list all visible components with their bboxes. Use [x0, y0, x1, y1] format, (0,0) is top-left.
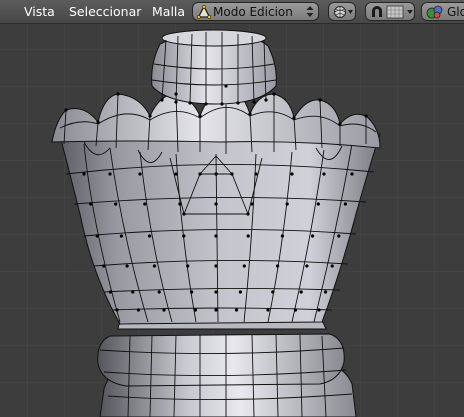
mesh-vertex[interactable] — [157, 290, 161, 294]
mesh-vertex[interactable] — [143, 202, 147, 206]
mesh-vertex[interactable] — [198, 114, 202, 118]
menu-seleccionar[interactable]: Seleccionar — [69, 4, 141, 20]
mesh-body — [59, 123, 381, 325]
mesh-vertex[interactable] — [214, 264, 218, 268]
mesh-vertex[interactable] — [89, 202, 93, 206]
mesh-vertex[interactable] — [186, 264, 190, 268]
viewport-shading-button[interactable] — [328, 2, 356, 21]
mesh-vertex[interactable] — [64, 108, 68, 112]
mesh-vertex[interactable] — [299, 290, 303, 294]
mesh-vertex[interactable] — [178, 202, 182, 206]
mesh-vertex[interactable] — [214, 202, 218, 206]
mesh-vertex[interactable] — [271, 290, 275, 294]
edit-mode-triangle-icon — [197, 5, 211, 19]
mesh-vertex[interactable] — [293, 308, 298, 312]
view3d-header: Vista Seleccionar Malla Modo Edicion Glo — [0, 0, 464, 24]
mesh-vertex[interactable] — [131, 290, 135, 294]
mesh-vertex[interactable] — [96, 120, 100, 124]
mesh-canvas[interactable] — [0, 24, 464, 417]
solid-shading-sphere-icon — [334, 6, 353, 18]
mesh-vertex[interactable] — [82, 172, 86, 176]
mode-dropdown-label: Modo Edicion — [213, 5, 293, 19]
mesh-vertex[interactable] — [224, 84, 228, 88]
dropdown-arrows-icon — [306, 6, 314, 17]
mesh-vertex[interactable] — [182, 234, 186, 238]
mesh-vertex[interactable] — [252, 100, 256, 104]
mesh-vertex[interactable] — [160, 98, 164, 102]
proportional-editing-button[interactable] — [365, 2, 415, 21]
mesh-vertex[interactable] — [214, 172, 218, 176]
magnet-icon — [372, 5, 413, 19]
mesh-vertex[interactable] — [234, 308, 239, 312]
mesh-vertex[interactable] — [292, 116, 296, 120]
mesh-vertex[interactable] — [305, 264, 309, 268]
mesh-vertex[interactable] — [102, 264, 106, 268]
mesh-vertex[interactable] — [214, 308, 218, 312]
mesh-vertex[interactable] — [116, 92, 120, 96]
menu-malla[interactable]: Malla — [152, 4, 185, 20]
orientation-label: Glo — [447, 5, 464, 19]
mesh-vertex[interactable] — [108, 290, 112, 294]
mesh-vertex[interactable] — [246, 212, 250, 216]
mesh-vertex[interactable] — [95, 234, 99, 238]
mesh-vertex[interactable] — [198, 172, 202, 176]
mesh-vertex[interactable] — [338, 122, 342, 126]
mesh-vertex[interactable] — [136, 308, 141, 312]
mesh-vertex[interactable] — [108, 172, 112, 176]
mesh-vertex[interactable] — [230, 172, 234, 176]
mesh-vertex[interactable] — [242, 264, 246, 268]
blender-window: Vista Seleccionar Malla Modo Edicion Glo — [0, 0, 464, 417]
mesh-vertex[interactable] — [148, 114, 152, 118]
mesh-vertex[interactable] — [280, 234, 284, 238]
mesh-vertex[interactable] — [115, 308, 119, 312]
mesh-vertex[interactable] — [182, 212, 186, 216]
mesh-vertex[interactable] — [246, 234, 250, 238]
mesh-vertex[interactable] — [119, 234, 123, 238]
global-orientation-icon — [426, 5, 443, 19]
mesh-vertex[interactable] — [152, 264, 156, 268]
mode-dropdown[interactable]: Modo Edicion — [192, 2, 319, 21]
mesh-vertex[interactable] — [248, 112, 252, 116]
mesh-vertex[interactable] — [290, 172, 294, 176]
transform-orientation-dropdown[interactable]: Glo — [421, 2, 464, 21]
mesh-vertex[interactable] — [138, 172, 142, 176]
mesh-vertex[interactable] — [324, 290, 328, 294]
mesh-vertex[interactable] — [317, 308, 321, 312]
mesh-vertex[interactable] — [337, 234, 341, 238]
mesh-vertex[interactable] — [174, 100, 178, 104]
mesh-vertex[interactable] — [114, 202, 118, 206]
mesh-vertex[interactable] — [254, 172, 258, 176]
mesh-vertex[interactable] — [285, 202, 289, 206]
mesh-vertex[interactable] — [214, 290, 218, 294]
mesh-vertex[interactable] — [193, 308, 198, 312]
mesh-vertex[interactable] — [322, 172, 326, 176]
mesh-vertex[interactable] — [220, 102, 224, 106]
mesh-vertex[interactable] — [272, 92, 276, 96]
menu-vista[interactable]: Vista — [24, 4, 55, 20]
viewport-3d[interactable] — [0, 24, 464, 417]
mesh-vertex[interactable] — [364, 114, 368, 118]
mesh-vertex[interactable] — [214, 234, 218, 238]
mesh-vertex[interactable] — [238, 290, 242, 294]
mesh-vertex[interactable] — [250, 202, 254, 206]
mesh-vertex[interactable] — [174, 172, 178, 176]
mesh-vertex[interactable] — [350, 172, 354, 176]
mesh-vertex[interactable] — [148, 234, 152, 238]
mesh-vertex[interactable] — [190, 290, 194, 294]
mesh-vertex[interactable] — [318, 98, 322, 102]
mesh-vertex[interactable] — [330, 264, 334, 268]
mesh-vertex[interactable] — [188, 101, 192, 105]
mesh-vertex[interactable] — [236, 101, 240, 105]
mesh-vertex[interactable] — [311, 234, 315, 238]
mesh-vertex[interactable] — [162, 308, 166, 312]
mesh-vertex[interactable] — [125, 264, 129, 268]
mesh-vertex[interactable] — [204, 102, 208, 106]
mesh-top-cap — [151, 29, 277, 105]
mesh-vertex[interactable] — [343, 202, 347, 206]
mesh-vertex[interactable] — [276, 264, 280, 268]
mesh-vertex[interactable] — [174, 92, 178, 96]
mesh-vertex[interactable] — [316, 202, 320, 206]
mesh-vertex[interactable] — [266, 308, 270, 312]
mesh-vertex[interactable] — [264, 98, 268, 102]
